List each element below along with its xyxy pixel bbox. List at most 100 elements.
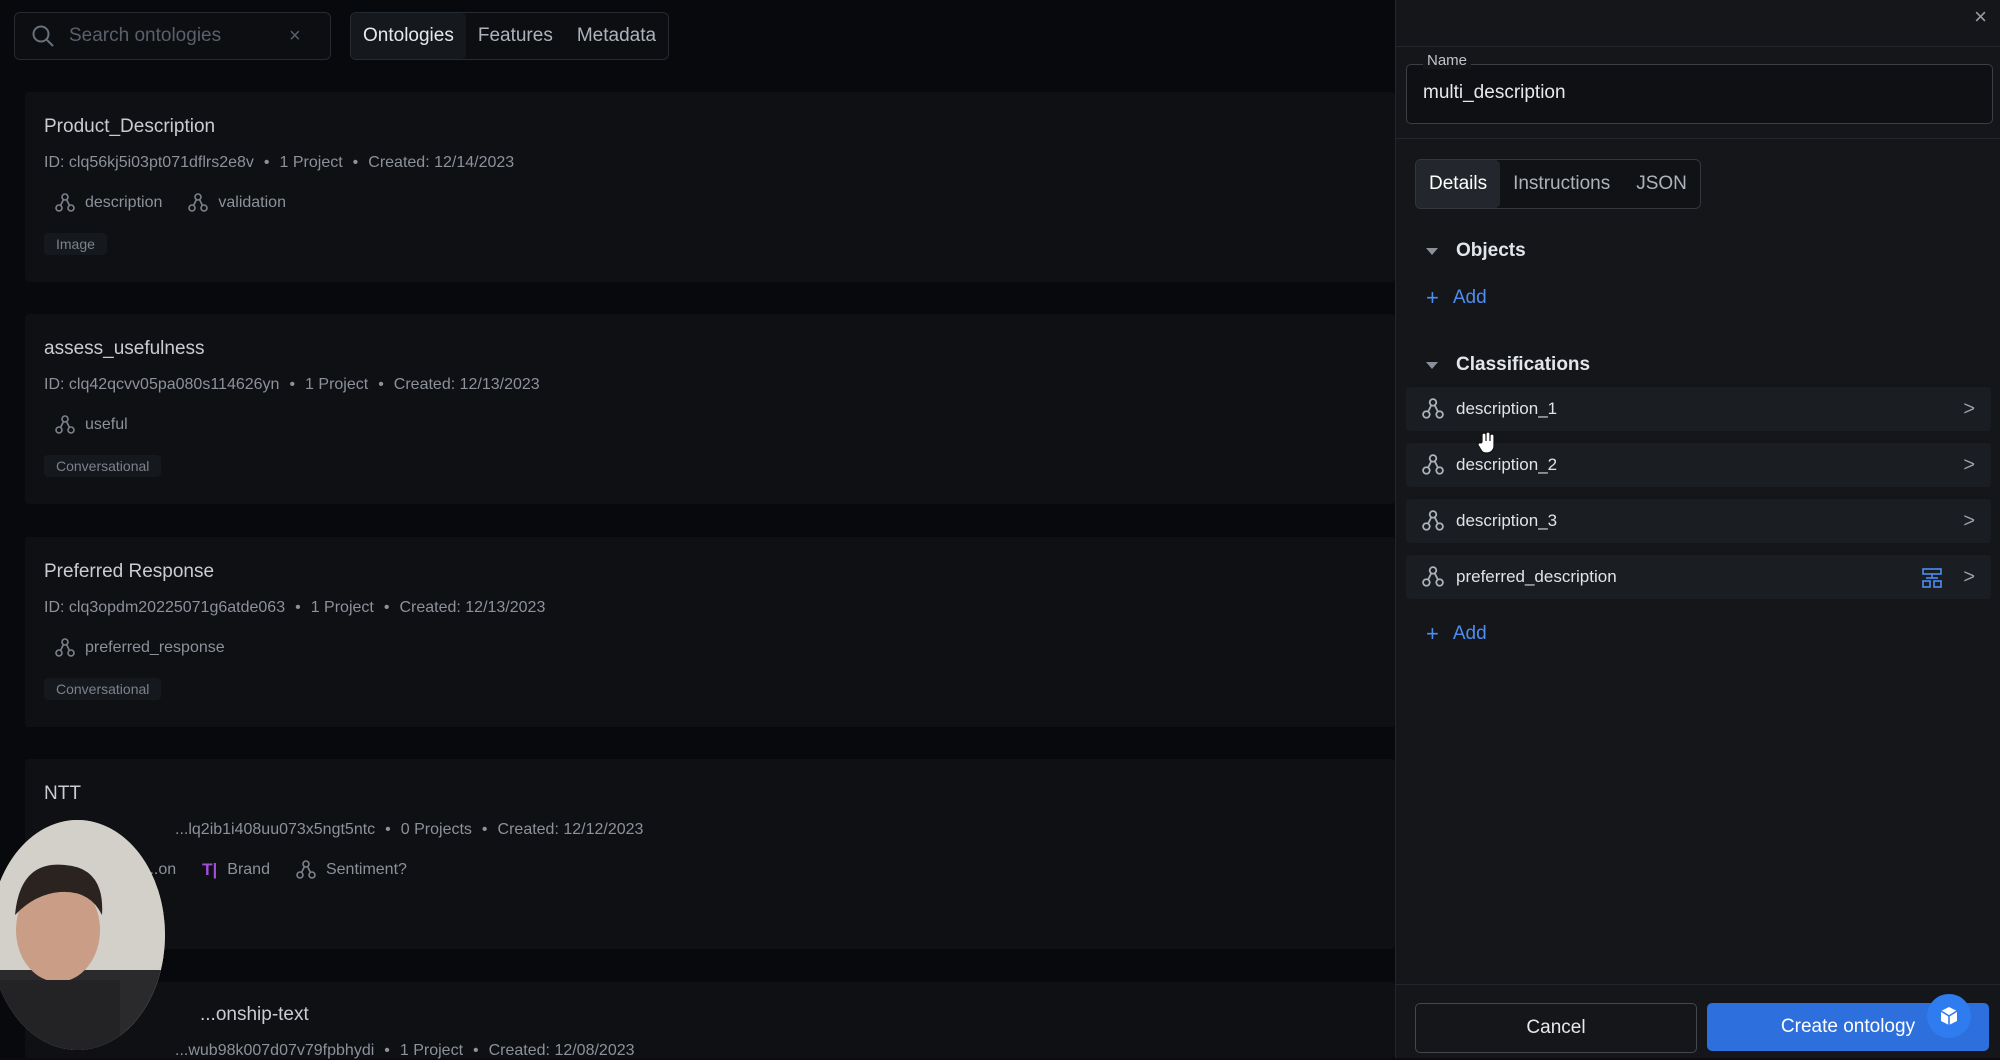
feature-label: Brand (227, 861, 270, 878)
classification-row[interactable]: preferred_description > (1406, 555, 1991, 599)
feature-item: T| Brand (202, 860, 270, 880)
feature-label: validation (218, 194, 286, 211)
clear-search-icon[interactable]: × (289, 25, 301, 48)
ontology-id: ...lq2ib1i408uu073x5ngt5ntc (175, 821, 376, 838)
classification-icon (55, 638, 75, 657)
feature-item: Sentiment? (296, 860, 407, 880)
feature-list: useful (55, 415, 128, 435)
plus-icon: + (1426, 285, 1439, 310)
feature-list: preferred_response (55, 638, 225, 658)
ontology-meta: ...wub98k007d07v79fpbhydi • 1 Project • Crea… (175, 1042, 635, 1059)
classification-icon (55, 415, 75, 434)
search-icon (32, 25, 54, 47)
close-icon[interactable]: × (1974, 4, 1987, 30)
ontology-meta: ID: clq56kj5i03pt071dflrs2e8v • 1 Project •… (44, 154, 515, 171)
classification-icon (1422, 454, 1444, 475)
tab-instructions[interactable]: Instructions (1500, 160, 1623, 208)
cube-icon (1940, 1007, 1958, 1025)
ontology-id: ID: clq56kj5i03pt071dflrs2e8v (44, 154, 254, 171)
ontology-list-area: × Ontologies Features Metadata Product_D… (0, 0, 1395, 1059)
feature-list: description validation (55, 193, 286, 213)
ontology-created: Created: 12/14/2023 (368, 154, 515, 171)
name-input[interactable] (1421, 81, 1985, 105)
create-ontology-panel: × Name Details Instructions JSON Objects… (1395, 0, 2000, 1058)
feature-label: preferred_response (85, 639, 225, 656)
feature-label: useful (85, 416, 128, 433)
ontology-title: NTT (44, 783, 81, 804)
ontology-title: ...onship-text (200, 1004, 309, 1025)
ontology-projects: 1 Project (279, 154, 343, 171)
ontology-id: ID: clq42qcvv05pa080s114626yn (44, 376, 280, 393)
collapse-caret-icon[interactable] (1426, 361, 1438, 369)
add-object-button[interactable]: + Add (1426, 285, 1487, 311)
objects-section-header[interactable]: Objects (1426, 240, 1526, 262)
classification-icon (55, 193, 75, 212)
classification-label: description_1 (1456, 399, 1558, 418)
ontology-card[interactable]: Preferred Response ID: clq3opdm20225071g… (25, 537, 1395, 727)
cancel-button[interactable]: Cancel (1415, 1003, 1697, 1053)
tab-ontologies[interactable]: Ontologies (351, 13, 466, 59)
collapse-caret-icon[interactable] (1426, 247, 1438, 255)
tab-features[interactable]: Features (466, 13, 565, 59)
search-box[interactable]: × (14, 12, 331, 60)
ontology-meta: ...lq2ib1i408uu073x5ngt5ntc • 0 Projects • C… (175, 821, 644, 838)
chevron-right-icon[interactable]: > (1963, 510, 1975, 533)
classifications-heading: Classifications (1456, 354, 1591, 375)
panel-tabs: Details Instructions JSON (1415, 159, 1701, 209)
help-widget-button[interactable] (1927, 994, 1971, 1038)
feature-item: validation (188, 193, 286, 213)
footer-divider (1396, 984, 2000, 985)
ontology-created: Created: 12/12/2023 (497, 821, 644, 838)
feature-item: preferred_response (55, 638, 225, 658)
add-label: Add (1452, 287, 1487, 308)
feature-label: Sentiment? (325, 861, 407, 878)
divider (1396, 46, 2000, 47)
feature-label: description (85, 194, 163, 211)
ontology-card[interactable]: NTT ...lq2ib1i408uu073x5ngt5ntc • 0 Projec… (25, 759, 1395, 949)
plus-icon: + (1426, 621, 1439, 646)
ontology-projects: 1 Project (305, 376, 369, 393)
classification-row[interactable]: description_1 > (1406, 387, 1991, 431)
ontology-card[interactable]: ...onship-text ...wub98k007d07v79fpbhydi… (25, 982, 1395, 1059)
search-input[interactable] (67, 24, 281, 48)
classification-label: description_3 (1456, 511, 1558, 530)
ontology-id: ...wub98k007d07v79fpbhydi (175, 1042, 375, 1059)
ontology-projects: 1 Project (310, 599, 374, 616)
tab-details[interactable]: Details (1416, 160, 1501, 208)
classification-row[interactable]: description_3 > (1406, 499, 1991, 543)
media-type-badge: Conversational (44, 455, 162, 477)
ontology-projects: 0 Projects (400, 821, 472, 838)
ontology-id: ID: clq3opdm20225071g6atde063 (44, 599, 286, 616)
classifications-section-header[interactable]: Classifications (1426, 354, 1590, 376)
ontology-created: Created: 12/13/2023 (399, 599, 546, 616)
classification-icon (296, 860, 316, 879)
name-field[interactable] (1406, 64, 1993, 124)
feature-list: ...on T| Brand Sentiment? (145, 860, 407, 880)
feature-item: useful (55, 415, 128, 435)
name-label: Name (1423, 52, 1472, 69)
nested-classification-icon (1922, 568, 1942, 588)
chevron-right-icon[interactable]: > (1963, 398, 1975, 421)
hand-cursor-icon (1477, 431, 1495, 454)
classification-icon (1422, 398, 1444, 419)
chevron-right-icon[interactable]: > (1963, 566, 1975, 589)
classification-icon (1422, 510, 1444, 531)
ontology-title: Preferred Response (44, 561, 215, 582)
ontology-title: assess_usefulness (44, 338, 205, 359)
classification-label: preferred_description (1456, 567, 1617, 586)
classification-label: description_2 (1456, 455, 1558, 474)
divider (1396, 138, 2000, 139)
ontology-created: Created: 12/13/2023 (393, 376, 540, 393)
ontology-card[interactable]: assess_usefulness ID: clq42qcvv05pa080s1… (25, 314, 1395, 504)
text-type-icon: T| (202, 860, 218, 879)
chevron-right-icon[interactable]: > (1963, 454, 1975, 477)
ontology-projects: 1 Project (399, 1042, 464, 1059)
ontology-card[interactable]: Product_Description ID: clq56kj5i03pt071… (25, 92, 1395, 282)
feature-item: description (55, 193, 162, 213)
tab-metadata[interactable]: Metadata (565, 13, 668, 59)
tab-json[interactable]: JSON (1623, 160, 1700, 208)
add-label: Add (1452, 623, 1487, 644)
add-classification-button[interactable]: + Add (1426, 621, 1487, 647)
ontology-created: Created: 12/08/2023 (488, 1042, 635, 1059)
classification-icon (1422, 566, 1444, 587)
